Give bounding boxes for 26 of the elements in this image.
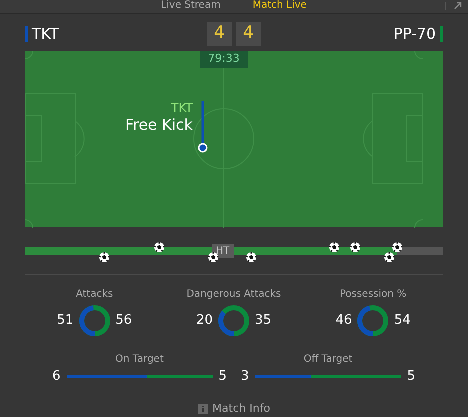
stat-value: 51	[57, 312, 74, 330]
half-time-label: HT	[212, 244, 234, 258]
stat-label: Off Target	[304, 353, 353, 367]
tab[interactable]: Match Live	[252, 1, 307, 12]
event-team: TKT	[171, 100, 193, 116]
stat-label: Possession %	[340, 288, 407, 302]
stat-value: 6	[52, 368, 61, 386]
stat-value: 35	[254, 312, 272, 330]
stat-value: 5	[218, 368, 227, 386]
stat-value: 46	[336, 312, 352, 330]
match-info-link[interactable]: Match Info	[212, 400, 270, 417]
stat-value: 5	[407, 368, 416, 386]
stat-value: 20	[196, 312, 213, 330]
score: 4	[207, 22, 232, 46]
stat-value: 54	[394, 312, 411, 330]
clock: 79:33	[200, 50, 248, 68]
score: 4	[236, 22, 261, 46]
stat-value: 3	[241, 368, 250, 386]
event-title: Free Kick	[125, 116, 193, 135]
stat-value: 56	[116, 312, 132, 330]
stat-label: On Target	[116, 353, 164, 367]
tab[interactable]: Live Stream	[161, 1, 221, 12]
stat-label: Dangerous Attacks	[186, 288, 282, 302]
stat-label: Attacks	[76, 288, 114, 302]
team-name: PP-70	[394, 24, 436, 45]
team-name: TKT	[32, 24, 59, 45]
